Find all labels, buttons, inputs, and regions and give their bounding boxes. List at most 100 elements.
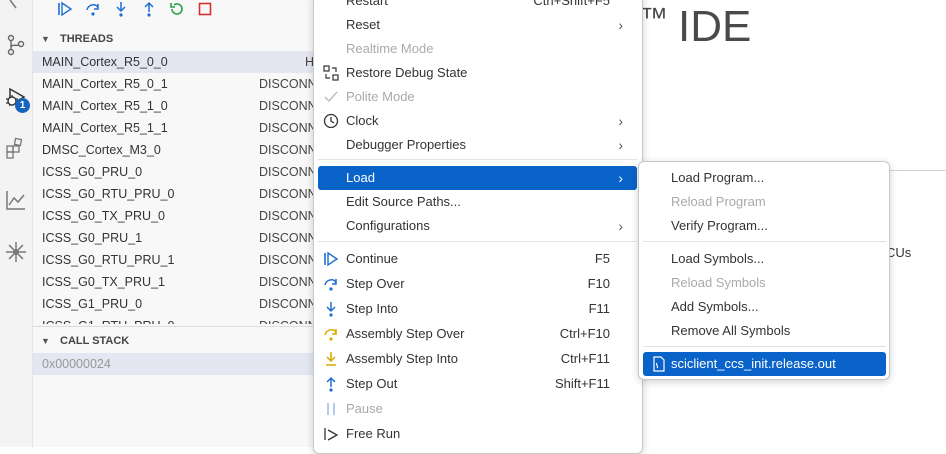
thread-row[interactable]: ICSS_G0_PRU_0 DISCONN [33,161,323,183]
menu-item-load[interactable]: Load › [318,166,637,190]
chevron-right-icon: › [618,17,623,33]
threads-section-header[interactable]: ▼ THREADS [33,28,323,50]
submenu-item-add-symbols[interactable]: Add Symbols... [643,295,886,319]
submenu-item-load-program[interactable]: Load Program... [643,166,886,190]
submenu-item-recent-program[interactable]: sciclient_ccs_init.release.out [643,352,886,376]
thread-state: DISCONN [259,165,317,179]
continue-icon [324,251,339,267]
call-stack-title: CALL STACK [60,335,130,347]
menu-item-label: Load [346,170,375,185]
editor-heading: ™ IDE [640,2,751,52]
thread-row[interactable]: ICSS_G1_RTU_PRU_0 DISCONN [33,315,323,324]
menu-item-label: Assembly Step Over [346,326,465,341]
menu-item-clock[interactable]: Clock › [318,109,637,133]
menu-item-assembly-step-over[interactable]: Assembly Step Over Ctrl+F10 [318,322,637,346]
thread-state: DISCONN [259,121,317,135]
call-stack-frame[interactable]: 0x00000024 [33,353,323,375]
thread-row[interactable]: ICSS_G1_PRU_0 DISCONN [33,293,323,315]
editor-input-outline [885,170,946,192]
submenu-item-label: Reload Program [671,194,766,209]
step-into-icon[interactable] [113,1,129,17]
thread-row[interactable]: ICSS_G0_RTU_PRU_1 DISCONN [33,249,323,271]
menu-separator [318,159,637,160]
stop-icon[interactable] [197,1,213,17]
frame-address: 0x00000024 [42,357,111,371]
restore-debug-state-icon [323,65,339,81]
extensions-icon[interactable] [4,137,28,161]
step-out-icon[interactable] [141,1,157,17]
chevron-down-icon: ▼ [41,34,50,44]
submenu-item-reload-symbols[interactable]: Reload Symbols [643,271,886,295]
thread-name: ICSS_G0_TX_PRU_0 [42,209,165,223]
continue-icon[interactable] [57,1,73,17]
thread-name: DMSC_Cortex_M3_0 [42,143,161,157]
debug-context-menu: Restart Ctrl+Shift+F5 Reset › Realtime M… [313,0,643,454]
thread-row[interactable]: MAIN_Cortex_R5_1_1 DISCONN [33,117,323,139]
menu-item-step-into[interactable]: Step Into F11 [318,297,637,321]
menu-item-edit-source-paths[interactable]: Edit Source Paths... [318,190,637,214]
assembly-step-over-icon [324,329,337,341]
menu-item-step-out[interactable]: Step Out Shift+F11 [318,372,637,396]
menu-item-restart[interactable]: Restart Ctrl+Shift+F5 [318,0,637,13]
profiler-icon[interactable] [4,188,28,212]
menu-item-reset[interactable]: Reset › [318,13,637,37]
editor-heading-text: IDE [678,2,752,51]
free-run-icon [324,428,339,441]
submenu-item-reload-program[interactable]: Reload Program [643,190,886,214]
thread-state: DISCONN [259,253,317,267]
menu-item-shortcut: Ctrl+F10 [559,326,610,341]
menu-item-assembly-step-into[interactable]: Assembly Step Into Ctrl+F11 [318,347,637,371]
thread-state: DISCONN [259,231,317,245]
submenu-item-verify-program[interactable]: Verify Program... [643,214,886,238]
menu-separator [318,241,637,242]
thread-row[interactable]: ICSS_G0_RTU_PRU_0 DISCONN [33,183,323,205]
thread-row[interactable]: MAIN_Cortex_R5_0_0 H [33,51,323,73]
thread-name: ICSS_G0_PRU_1 [42,231,143,245]
thread-row[interactable]: MAIN_Cortex_R5_1_0 DISCONN [33,95,323,117]
menu-item-polite-mode[interactable]: Polite Mode [318,85,637,109]
menu-item-label: Edit Source Paths... [346,194,461,209]
plugin-icon[interactable] [4,240,28,264]
chevron-right-icon: › [618,113,623,129]
step-out-icon [326,376,336,392]
explorer-icon[interactable] [4,0,28,24]
thread-state: DISCONN [259,275,317,289]
menu-item-realtime-mode[interactable]: Realtime Mode [318,37,637,61]
pause-icon [327,403,335,415]
step-over-icon[interactable] [85,1,101,17]
menu-item-configurations[interactable]: Configurations › [318,214,637,238]
threads-list: MAIN_Cortex_R5_0_0 H MAIN_Cortex_R5_0_1 DI… [33,51,323,324]
submenu-item-remove-all-symbols[interactable]: Remove All Symbols [643,319,886,343]
menu-item-label: Assembly Step Into [346,351,458,366]
submenu-item-label: Remove All Symbols [671,323,791,338]
chevron-right-icon: › [618,218,623,234]
thread-name: ICSS_G1_RTU_PRU_0 [42,315,174,324]
thread-row[interactable]: ICSS_G0_TX_PRU_1 DISCONN [33,271,323,293]
debug-side-panel: ▼ THREADS MAIN_Cortex_R5_0_0 H MAIN_Corte… [33,0,323,447]
restart-icon[interactable] [169,1,185,17]
thread-row[interactable]: DMSC_Cortex_M3_0 DISCONN [33,139,323,161]
call-stack-section-header[interactable]: ▼ CALL STACK [33,330,323,352]
menu-item-debugger-properties[interactable]: Debugger Properties › [318,133,637,157]
thread-row[interactable]: MAIN_Cortex_R5_0_1 DISCONN [33,73,323,95]
submenu-item-load-symbols[interactable]: Load Symbols... [643,247,886,271]
thread-name: MAIN_Cortex_R5_1_0 [42,99,168,113]
menu-item-shortcut: F11 [588,301,610,316]
thread-name: ICSS_G0_RTU_PRU_1 [42,253,175,267]
menu-item-restore-debug-state[interactable]: Restore Debug State [318,61,637,85]
thread-row[interactable]: ICSS_G0_TX_PRU_0 DISCONN [33,205,323,227]
menu-item-step-over[interactable]: Step Over F10 [318,272,637,296]
thread-name: MAIN_Cortex_R5_0_1 [42,77,168,91]
load-submenu: Load Program... Reload Program Verify Pr… [638,161,890,380]
source-control-icon[interactable] [4,33,28,57]
submenu-item-label: Reload Symbols [671,275,766,290]
thread-row[interactable]: ICSS_G0_PRU_1 DISCONN [33,227,323,249]
menu-item-continue[interactable]: Continue F5 [318,247,637,271]
menu-item-label: Realtime Mode [346,41,434,56]
thread-name: ICSS_G1_PRU_0 [42,297,143,311]
menu-item-free-run[interactable]: Free Run [318,422,637,446]
menu-item-pause[interactable]: Pause [318,397,637,421]
thread-state: DISCONN [259,77,317,91]
assembly-step-into-icon [326,352,336,366]
menu-item-label: Restore Debug State [346,65,468,80]
